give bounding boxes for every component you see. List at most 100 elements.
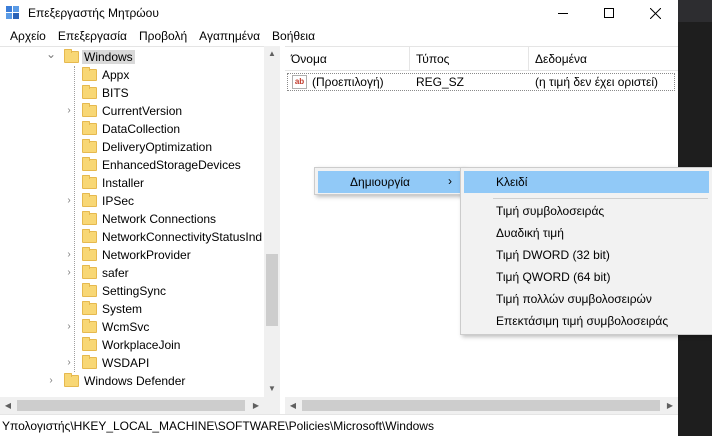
maximize-icon — [604, 8, 614, 18]
column-name[interactable]: Όνομα — [285, 47, 410, 71]
tree-scroll-thumb[interactable] — [266, 254, 278, 326]
title-bar: Επεξεργαστής Μητρώου — [0, 0, 678, 26]
scroll-right-icon[interactable]: ▶ — [248, 397, 264, 414]
folder-icon — [64, 49, 79, 63]
menu-item-label: Τιμή QWORD (64 bit) — [496, 270, 611, 284]
tree-item[interactable]: DeliveryOptimization — [0, 138, 264, 156]
tree-item-label: NetworkConnectivityStatusInd — [102, 230, 263, 244]
menu-item-key[interactable]: Κλειδί — [464, 171, 709, 193]
tree-item-label: SettingSync — [102, 284, 167, 298]
tree-horizontal-scrollbar[interactable]: ◀ ▶ — [0, 397, 280, 414]
menu-item-label: Τιμή DWORD (32 bit) — [496, 248, 610, 262]
new-submenu: Κλειδί Τιμή συμβολοσειράς Δυαδική τιμή Τ… — [460, 167, 712, 335]
menu-help[interactable]: Βοήθεια — [266, 29, 321, 43]
menu-item-label: Δυαδική τιμή — [496, 226, 564, 240]
status-bar-path: Υπολογιστής\HKEY_LOCAL_MACHINE\SOFTWARE\… — [0, 414, 678, 436]
tree-item[interactable]: Installer — [0, 174, 264, 192]
value-data: (η τιμή δεν έχει οριστεί) — [535, 75, 659, 89]
value-type: REG_SZ — [416, 75, 465, 89]
tree-item-label: BITS — [102, 86, 129, 100]
chevron-down-icon[interactable]: ⌄ — [46, 48, 56, 66]
menu-item-multi-string-value[interactable]: Τιμή πολλών συμβολοσειρών — [464, 288, 709, 310]
minimize-button[interactable] — [540, 0, 586, 26]
tree-vertical-scrollbar[interactable]: ▲ ▼ — [264, 46, 280, 397]
tree-item[interactable]: › WcmSvc — [0, 318, 264, 336]
chevron-right-icon[interactable]: › — [64, 264, 74, 282]
tree-item-label: Appx — [102, 68, 130, 82]
tree-item-label: Windows — [82, 50, 135, 64]
registry-editor-icon — [6, 6, 19, 19]
list-header: Όνομα Τύπος Δεδομένα — [285, 47, 678, 71]
chevron-right-icon[interactable]: › — [64, 318, 74, 336]
menu-item-key-label: Κλειδί — [496, 175, 528, 189]
folder-icon — [82, 121, 97, 135]
folder-icon — [82, 67, 97, 81]
tree-item[interactable]: DataCollection — [0, 120, 264, 138]
column-type[interactable]: Τύπος — [410, 47, 529, 71]
folder-icon — [82, 229, 97, 243]
tree-item[interactable]: WorkplaceJoin — [0, 336, 264, 354]
chevron-right-icon[interactable]: › — [64, 246, 74, 264]
menu-file[interactable]: Αρχείο — [4, 29, 52, 43]
tree-item[interactable]: Appx — [0, 66, 264, 84]
scroll-down-icon[interactable]: ▼ — [264, 381, 280, 397]
menu-item-string-value[interactable]: Τιμή συμβολοσειράς — [464, 200, 709, 222]
window-title: Επεξεργαστής Μητρώου — [28, 6, 159, 20]
column-data[interactable]: Δεδομένα — [529, 47, 678, 71]
tree-item[interactable]: › Windows Defender — [0, 372, 264, 390]
list-hscroll-thumb[interactable] — [302, 400, 660, 411]
menu-item-label: Επεκτάσιμη τιμή συμβολοσειράς — [496, 314, 669, 328]
scroll-left-icon[interactable]: ◀ — [285, 397, 301, 414]
registry-tree[interactable]: ⌄ Windows Appx BITS › CurrentVersion DataColle… — [0, 46, 280, 414]
menu-favorites[interactable]: Αγαπημένα — [193, 29, 266, 43]
chevron-right-icon[interactable]: › — [64, 102, 74, 120]
tree-item[interactable]: › NetworkProvider — [0, 246, 264, 264]
tree-item[interactable]: › CurrentVersion — [0, 102, 264, 120]
scroll-right-icon[interactable]: ▶ — [662, 397, 678, 414]
menu-item-new[interactable]: Δημιουργία › — [318, 171, 460, 193]
folder-icon — [82, 139, 97, 153]
menu-edit[interactable]: Επεξεργασία — [52, 29, 133, 43]
tree-item-label: WorkplaceJoin — [102, 338, 181, 352]
list-horizontal-scrollbar[interactable]: ◀ ▶ — [285, 397, 678, 414]
menu-item-label: Τιμή πολλών συμβολοσειρών — [496, 292, 652, 306]
menu-separator — [493, 198, 708, 199]
tree-item[interactable]: NetworkConnectivityStatusInd — [0, 228, 264, 246]
menu-item-new-label: Δημιουργία — [350, 175, 410, 189]
folder-icon — [82, 103, 97, 117]
folder-icon — [82, 247, 97, 261]
tree-item-label: WSDAPI — [102, 356, 150, 370]
menu-view[interactable]: Προβολή — [133, 29, 193, 43]
menu-item-label: Τιμή συμβολοσειράς — [496, 204, 605, 218]
maximize-button[interactable] — [586, 0, 632, 26]
menu-item-expandable-string-value[interactable]: Επεκτάσιμη τιμή συμβολοσειράς — [464, 310, 709, 332]
tree-item[interactable]: › safer — [0, 264, 264, 282]
tree-item-label: System — [102, 302, 143, 316]
tree-item-label: safer — [102, 266, 129, 280]
chevron-right-icon[interactable]: › — [64, 354, 74, 372]
folder-icon — [82, 211, 97, 225]
tree-item[interactable]: EnhancedStorageDevices — [0, 156, 264, 174]
list-row[interactable]: ab (Προεπιλογή) REG_SZ (η τιμή δεν έχει … — [287, 73, 675, 91]
scroll-up-icon[interactable]: ▲ — [264, 46, 280, 62]
tree-item[interactable]: Network Connections — [0, 210, 264, 228]
tree-hscroll-thumb[interactable] — [17, 400, 245, 411]
close-button[interactable] — [632, 0, 678, 26]
tree-item[interactable]: › IPSec — [0, 192, 264, 210]
tree-item-label: Installer — [102, 176, 145, 190]
menu-bar: Αρχείο Επεξεργασία Προβολή Αγαπημένα Βοή… — [0, 26, 678, 46]
folder-icon — [64, 373, 79, 387]
scroll-left-icon[interactable]: ◀ — [0, 397, 16, 414]
tree-item-label: Windows Defender — [84, 374, 186, 388]
tree-item[interactable]: BITS — [0, 84, 264, 102]
tree-item[interactable]: System — [0, 300, 264, 318]
tree-item-label: EnhancedStorageDevices — [102, 158, 241, 172]
tree-item[interactable]: › WSDAPI — [0, 354, 264, 372]
menu-item-binary-value[interactable]: Δυαδική τιμή — [464, 222, 709, 244]
chevron-right-icon[interactable]: › — [46, 372, 56, 390]
menu-item-qword-value[interactable]: Τιμή QWORD (64 bit) — [464, 266, 709, 288]
chevron-right-icon[interactable]: › — [64, 192, 74, 210]
tree-item[interactable]: SettingSync — [0, 282, 264, 300]
tree-item[interactable]: ⌄ Windows — [0, 48, 264, 66]
menu-item-dword-value[interactable]: Τιμή DWORD (32 bit) — [464, 244, 709, 266]
